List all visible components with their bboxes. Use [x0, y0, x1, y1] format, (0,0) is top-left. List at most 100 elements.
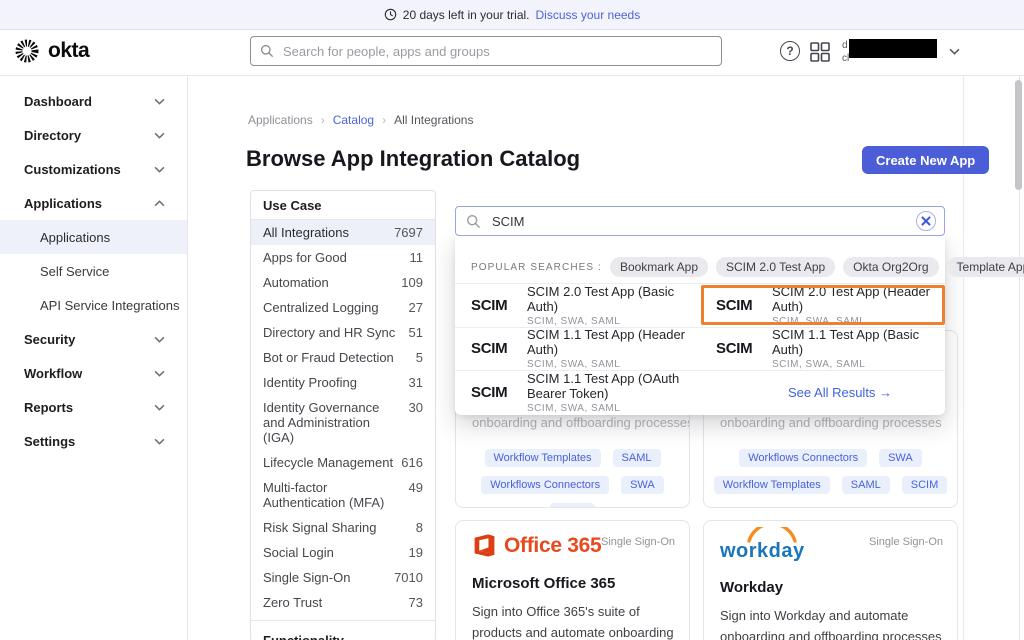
account-menu[interactable]: d cl: [840, 36, 960, 70]
use-case-filter-item[interactable]: Bot or Fraud Detection 5: [251, 345, 435, 370]
see-all-results-link[interactable]: See All Results →: [700, 370, 945, 414]
sidebar-item[interactable]: Workflow: [0, 356, 187, 390]
sidebar-item-label: Applications: [24, 196, 102, 211]
popular-search-pill[interactable]: SCIM 2.0 Test App: [716, 257, 835, 277]
clock-icon: [384, 8, 397, 21]
capability-tag[interactable]: SCIM: [550, 503, 596, 508]
sidebar-item[interactable]: Customizations: [0, 152, 187, 186]
card-tags: Workflow Templates SAMLWorkflows Connecto…: [464, 449, 681, 508]
sidebar-item[interactable]: Directory: [0, 118, 187, 152]
use-case-list: All Integrations 7697 Apps for Good 11 A…: [251, 220, 435, 615]
capability-tag[interactable]: SAML: [613, 449, 661, 467]
okta-logo-text: okta: [48, 39, 89, 63]
search-result-item[interactable]: SCIM SCIM 1.1 Test App (Header Auth) SCI…: [455, 327, 700, 371]
okta-logo[interactable]: okta: [14, 38, 89, 64]
popular-search-pill[interactable]: Okta Org2Org: [843, 257, 938, 277]
sidebar-item-label: Reports: [24, 400, 73, 415]
workday-logo: workday: [720, 527, 805, 563]
use-case-filter-item[interactable]: Multi-factor Authentication (MFA) 49: [251, 475, 435, 515]
capability-tag[interactable]: Workflow Templates: [714, 476, 830, 494]
filter-count: 73: [409, 595, 423, 610]
capability-tag[interactable]: SAML: [842, 476, 890, 494]
use-case-filter-item[interactable]: Lifecycle Management 616: [251, 450, 435, 475]
sidebar-item-label: Self Service: [40, 264, 109, 279]
apps-grid-icon[interactable]: [809, 41, 831, 63]
global-search[interactable]: [250, 36, 722, 66]
scrollbar-thumb[interactable]: [1015, 80, 1022, 190]
filter-label: Automation: [263, 275, 329, 290]
filter-count: 19: [409, 545, 423, 560]
capability-tag[interactable]: SWA: [879, 449, 922, 467]
help-icon[interactable]: ?: [780, 41, 800, 61]
sidebar-item-label: API Service Integrations: [40, 298, 179, 313]
search-result-item[interactable]: SCIM SCIM 2.0 Test App (Basic Auth) SCIM…: [455, 283, 700, 327]
page-title: Browse App Integration Catalog: [246, 146, 580, 172]
chevron-down-icon: [154, 336, 165, 343]
use-case-filter-item[interactable]: All Integrations 7697: [251, 220, 435, 245]
search-result-item[interactable]: SCIM SCIM 1.1 Test App (Basic Auth) SCIM…: [700, 327, 945, 371]
use-case-filter-item[interactable]: Zero Trust 73: [251, 590, 435, 615]
use-case-filter-item[interactable]: Apps for Good 11: [251, 245, 435, 270]
filter-label: Social Login: [263, 545, 334, 560]
breadcrumb-catalog[interactable]: Catalog: [333, 113, 374, 127]
filter-count: 8: [416, 520, 423, 535]
use-case-filter-item[interactable]: Centralized Logging 27: [251, 295, 435, 320]
global-search-input[interactable]: [281, 43, 712, 60]
sidebar-item[interactable]: API Service Integrations: [0, 288, 187, 322]
trial-banner-link[interactable]: Discuss your needs: [536, 8, 641, 22]
filter-label: Multi-factor Authentication (MFA): [263, 480, 403, 510]
sidebar-item[interactable]: Reports: [0, 390, 187, 424]
capability-tag[interactable]: Workflow Templates: [485, 449, 601, 467]
breadcrumb-applications[interactable]: Applications: [248, 113, 313, 127]
popular-search-pill[interactable]: Bookmark App: [610, 257, 708, 277]
result-protocols: SCIM, SWA, SAML: [527, 316, 694, 327]
use-case-filter-item[interactable]: Social Login 19: [251, 540, 435, 565]
use-case-filter-item[interactable]: Identity Governance and Administration (…: [251, 395, 435, 450]
sidebar-item[interactable]: Applications: [0, 186, 187, 220]
popular-search-pill[interactable]: Template App: [947, 257, 1024, 277]
filter-count: 616: [401, 455, 423, 470]
filter-count: 7697: [394, 225, 423, 240]
capability-tag[interactable]: Workflows Connectors: [481, 476, 609, 494]
use-case-filter-item[interactable]: Single Sign-On 7010: [251, 565, 435, 590]
sidebar-item[interactable]: Settings: [0, 424, 187, 458]
search-results-dropdown: POPULAR SEARCHES : Bookmark AppSCIM 2.0 …: [455, 236, 945, 415]
capability-tag[interactable]: Workflows Connectors: [739, 449, 867, 467]
catalog-search[interactable]: [455, 206, 945, 236]
sidebar-item-label: Directory: [24, 128, 81, 143]
filter-count: 109: [401, 275, 423, 290]
use-case-filter-item[interactable]: Automation 109: [251, 270, 435, 295]
result-title: SCIM 1.1 Test App (Basic Auth): [772, 327, 939, 357]
filter-label: Zero Trust: [263, 595, 322, 610]
sidebar-item[interactable]: Dashboard: [0, 84, 187, 118]
scim-app-logo: SCIM: [716, 340, 762, 357]
catalog-search-input[interactable]: [490, 213, 916, 230]
sidebar-item[interactable]: Applications: [0, 220, 187, 254]
sidebar-item[interactable]: Self Service: [0, 254, 187, 288]
catalog-card-office365[interactable]: Office 365 Single Sign-On Microsoft Offi…: [455, 520, 690, 640]
chevron-down-icon: [154, 370, 165, 377]
search-result-item[interactable]: SCIM SCIM 2.0 Test App (Header Auth) SCI…: [700, 283, 945, 327]
sidebar-item[interactable]: Security: [0, 322, 187, 356]
filter-label: Risk Signal Sharing: [263, 520, 376, 535]
use-case-filter-item[interactable]: Risk Signal Sharing 8: [251, 515, 435, 540]
use-case-filter-item[interactable]: Directory and HR Sync 51: [251, 320, 435, 345]
capability-tag[interactable]: SWA: [621, 476, 664, 494]
create-new-app-button[interactable]: Create New App: [862, 146, 989, 174]
filter-count: 51: [409, 325, 423, 340]
workday-logo-text: workday: [720, 540, 805, 563]
popular-searches-pills: Bookmark App SCIM 2.0 Test App Okta Org2Or…: [610, 257, 1024, 277]
use-case-filter-item[interactable]: Identity Proofing 31: [251, 370, 435, 395]
clear-search-icon[interactable]: [916, 211, 936, 231]
sidebar-nav: Dashboard Directory Customizations Appli…: [0, 76, 188, 640]
breadcrumb-separator: ›: [382, 113, 386, 127]
scim-app-logo: SCIM: [471, 384, 517, 401]
filter-label: Centralized Logging: [263, 300, 379, 315]
sidebar-item-label: Workflow: [24, 366, 82, 381]
chevron-down-icon: [154, 200, 165, 207]
search-result-item[interactable]: SCIM SCIM 1.1 Test App (OAuth Bearer Tok…: [455, 370, 700, 414]
office365-logo: Office 365: [472, 533, 601, 558]
chevron-down-icon: [154, 166, 165, 173]
catalog-card-workday[interactable]: workday Single Sign-On Workday Sign into…: [703, 520, 958, 640]
capability-tag[interactable]: SCIM: [902, 476, 948, 494]
